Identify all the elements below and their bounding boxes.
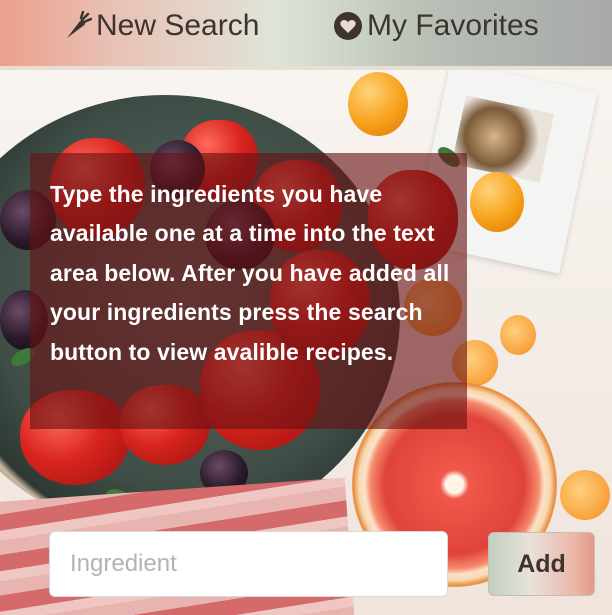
my-favorites-label: My Favorites (367, 9, 539, 42)
new-search-label: New Search (96, 9, 260, 42)
carrot-icon (62, 10, 93, 41)
new-search-link[interactable]: New Search (62, 8, 259, 44)
heart-icon (333, 11, 363, 41)
ingredient-input[interactable] (49, 531, 448, 597)
nav-divider (0, 66, 612, 70)
instructions-text: Type the ingredients you have available … (50, 181, 450, 365)
top-navbar: New Search My Favorites (0, 0, 612, 66)
add-button[interactable]: Add (488, 532, 595, 596)
my-favorites-link[interactable]: My Favorites (333, 8, 539, 44)
